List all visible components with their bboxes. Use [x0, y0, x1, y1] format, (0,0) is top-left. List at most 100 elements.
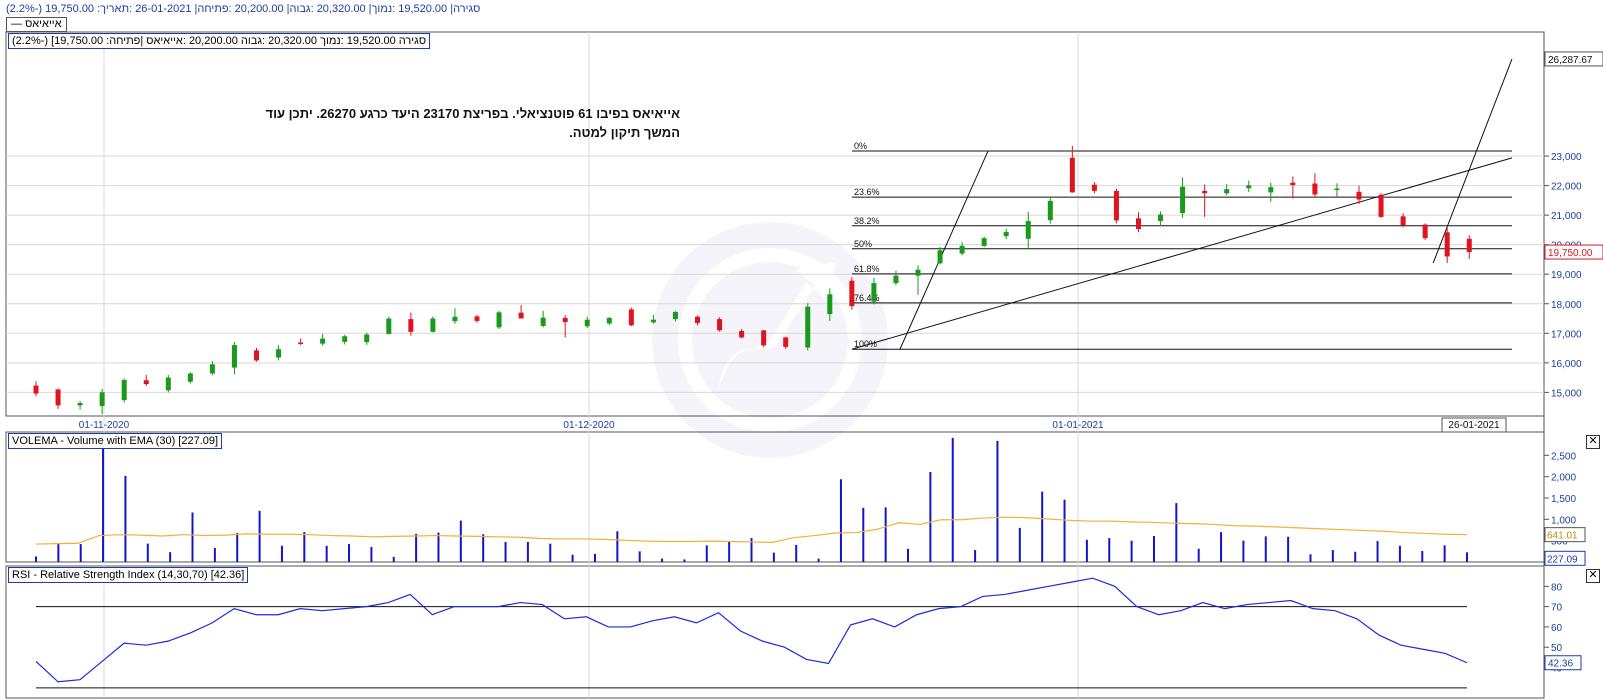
candle-body [254, 350, 259, 361]
candle-body [55, 389, 61, 406]
candle-body [1158, 214, 1164, 222]
candle-body [672, 312, 678, 320]
rsi-tick-label: 80 [1551, 582, 1563, 593]
candle-body [1224, 189, 1230, 194]
candle-body [606, 317, 612, 324]
current-date-label: 26-01-2021 [1448, 420, 1500, 431]
candle-body [518, 312, 524, 319]
ema-value-label: 641.01 [1547, 531, 1578, 542]
candle-body [761, 330, 767, 346]
candle-body [165, 377, 171, 391]
fib-level-label: 50% [854, 239, 872, 249]
rsi-value-label: 42.36 [1548, 659, 1573, 670]
candle-body [77, 403, 83, 406]
candle-body [143, 380, 149, 385]
fib-level-label: 38.2% [854, 216, 880, 226]
fib-level-label: 61.8% [854, 264, 880, 274]
fib-level-label: 0% [854, 141, 867, 151]
annotation-line-1: אייאיאס בפיבו 61 פוטנציאלי. בפריצת 23170… [265, 106, 681, 121]
candle-body [893, 275, 899, 284]
candle-body [121, 379, 127, 401]
candle-body [1466, 238, 1472, 253]
candle-body [827, 294, 833, 315]
candle-body [783, 337, 789, 347]
candle-body [1180, 186, 1186, 214]
rsi-line [35, 577, 1468, 683]
annotation-line-2: המשך תיקון למטה. [569, 125, 680, 140]
price-tick-label: 22,000 [1551, 182, 1582, 193]
candle-body [562, 317, 568, 323]
candle-body [1025, 221, 1031, 239]
candle-body [1268, 187, 1274, 193]
volume-tick-label: 1,500 [1551, 494, 1576, 505]
rsi-tick-label: 70 [1551, 603, 1563, 614]
candle-body [650, 319, 656, 323]
candle-body [1378, 194, 1384, 217]
volume-tick-label: 1,000 [1551, 515, 1576, 526]
candle-body [33, 385, 39, 394]
candle-body [849, 280, 855, 307]
candle-body [1069, 157, 1075, 193]
candle-body [915, 269, 921, 276]
candle-body [1202, 190, 1208, 194]
volume-tick-label: 2,500 [1551, 451, 1576, 462]
watermark-logo-icon [652, 222, 888, 458]
candle-body [1444, 232, 1450, 257]
close-rsi-panel-icon[interactable]: ✕ [1586, 569, 1600, 583]
candle-body [276, 349, 282, 358]
price-tick-label: 16,000 [1551, 359, 1582, 370]
price-tick-label: 21,000 [1551, 211, 1582, 222]
candle-body [474, 316, 480, 321]
candle-body [981, 238, 987, 246]
fib-level-label: 23.6% [854, 187, 880, 197]
price-tick-label: 17,000 [1551, 329, 1582, 340]
candle-body [1047, 200, 1053, 221]
candle-body [739, 330, 745, 338]
candle-body [805, 306, 811, 348]
candle-body [408, 319, 414, 332]
last-price-label: 19,750.00 [1548, 248, 1593, 259]
rsi-tick-label: 50 [1551, 643, 1563, 654]
date-tick-label: 01-11-2020 [79, 420, 130, 431]
candle-body [386, 318, 392, 334]
analysis-annotation: אייאיאס בפיבו 61 פוטנציאלי. בפריצת 23170… [160, 104, 681, 142]
candle-body [298, 342, 304, 344]
candle-body [1113, 190, 1119, 221]
candle-body [717, 319, 723, 331]
trend-line [851, 157, 1513, 350]
rsi-panel-frame [5, 565, 1545, 699]
candle-body [937, 250, 943, 264]
candle-body [584, 319, 590, 327]
candle-body [959, 245, 965, 254]
candle-body [320, 338, 326, 344]
candle-body [430, 318, 436, 332]
candle-body [231, 345, 237, 368]
rsi-panel-title: RSI - Relative Strength Index (14,30,70)… [8, 567, 249, 583]
candle-body [1246, 185, 1252, 189]
candle-body [540, 317, 546, 326]
price-tick-label: 23,000 [1551, 152, 1582, 163]
candle-body [695, 316, 700, 323]
candle-body [1422, 224, 1428, 239]
candle-body [1290, 182, 1296, 186]
candle-body [1312, 183, 1318, 195]
candle-body [1400, 216, 1406, 226]
close-volume-panel-icon[interactable]: ✕ [1586, 435, 1600, 449]
price-tick-label: 19,000 [1551, 270, 1582, 281]
date-tick-label: 01-12-2020 [563, 420, 615, 431]
candle-body [364, 334, 370, 343]
candle-body [1091, 184, 1097, 191]
candle-body [871, 283, 877, 302]
candle-body [1003, 231, 1009, 237]
volume-value-label: 227.09 [1547, 554, 1578, 565]
rsi-tick-label: 60 [1551, 623, 1563, 634]
candle-body [209, 364, 215, 374]
target-price-label: 26,287.67 [1548, 55, 1593, 66]
trend-line [899, 150, 989, 350]
candle-body [187, 373, 193, 382]
candle-body [452, 316, 458, 322]
candle-body [628, 309, 634, 326]
candle-body [496, 312, 502, 328]
price-panel-title: (2.2%-) [19,750.00 :סגירה 19,520.00 :נמו… [8, 33, 431, 49]
candle-body [342, 336, 348, 342]
